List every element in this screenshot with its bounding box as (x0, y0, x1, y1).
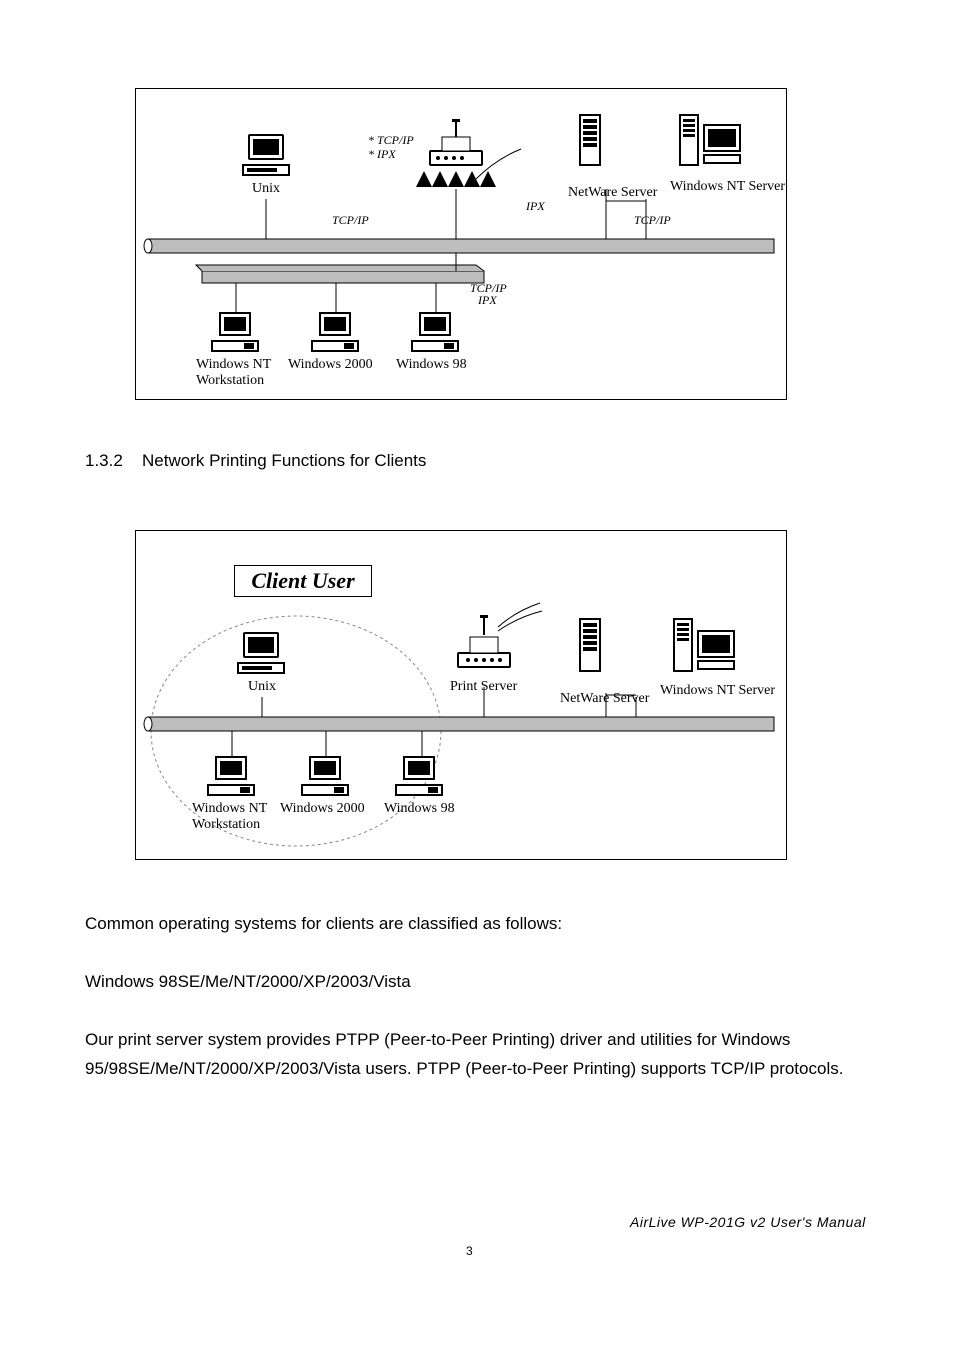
d2-netware-server-icon (576, 615, 636, 677)
page-number: 3 (466, 1244, 473, 1258)
d1-wsnt-l2: Workstation (196, 373, 264, 389)
d2-unix-computer-icon (236, 631, 286, 675)
netware-server-icon (576, 111, 636, 171)
d2-workstation-nt-icon (206, 755, 262, 799)
client-user-box: Client User (234, 565, 372, 597)
para-1: Common operating systems for clients are… (85, 910, 855, 939)
d2-nt-server-icon (670, 615, 742, 677)
nt-server-icon (676, 111, 748, 171)
d2-wsnt-l1: Windows NT (192, 801, 267, 817)
section-num: 1.3.2 (85, 451, 123, 471)
d1-ntserver: Windows NT Server (670, 179, 785, 195)
d1-ipx: IPX (526, 199, 545, 214)
unix-computer-icon (241, 133, 291, 177)
footer-text: AirLive WP-201G v2 User's Manual (630, 1214, 866, 1230)
d1-netware: NetWare Server (568, 185, 657, 201)
diagram-1-frame: Unix * TCP/IP * IPX TCP/IP IPX TCP/IP Ne… (135, 88, 787, 400)
d2-ps-label: Print Server (450, 679, 517, 695)
d2-unix-label: Unix (248, 679, 276, 695)
d1-tcpip2: TCP/IP (634, 213, 671, 228)
d1-wsnt-l1: Windows NT (196, 357, 271, 373)
d2-workstation-98-icon (394, 755, 450, 799)
workstation-98-icon (410, 311, 466, 355)
d1-unix-label: Unix (252, 181, 280, 197)
d2-workstation-2000-icon (300, 755, 356, 799)
d1-ws98: Windows 98 (396, 357, 467, 373)
workstation-2000-icon (310, 311, 366, 355)
d2-wsnt-l2: Workstation (192, 817, 260, 833)
d2-ws2000: Windows 2000 (280, 801, 365, 817)
d1-tcpip: TCP/IP (332, 213, 369, 228)
d1-overlay-l2: IPX (478, 293, 497, 308)
section-title: Network Printing Functions for Clients (142, 451, 426, 471)
d2-ws98: Windows 98 (384, 801, 455, 817)
print-server-icon (424, 117, 488, 167)
d2-netware-label: NetWare Server (560, 691, 649, 707)
para-3: Our print server system provides PTPP (P… (85, 1026, 865, 1084)
d1-proto-l1: * TCP/IP (368, 133, 414, 148)
page: Unix * TCP/IP * IPX TCP/IP IPX TCP/IP Ne… (0, 0, 954, 1350)
para-2: Windows 98SE/Me/NT/2000/XP/2003/Vista (85, 968, 855, 997)
d1-ws2000: Windows 2000 (288, 357, 373, 373)
diagram-2-frame: Client User (135, 530, 787, 860)
workstation-nt-icon (210, 311, 266, 355)
d2-ntserver-label: Windows NT Server (660, 683, 775, 699)
d2-print-server-icon (452, 613, 516, 671)
d1-proto-l2: * IPX (368, 147, 396, 162)
